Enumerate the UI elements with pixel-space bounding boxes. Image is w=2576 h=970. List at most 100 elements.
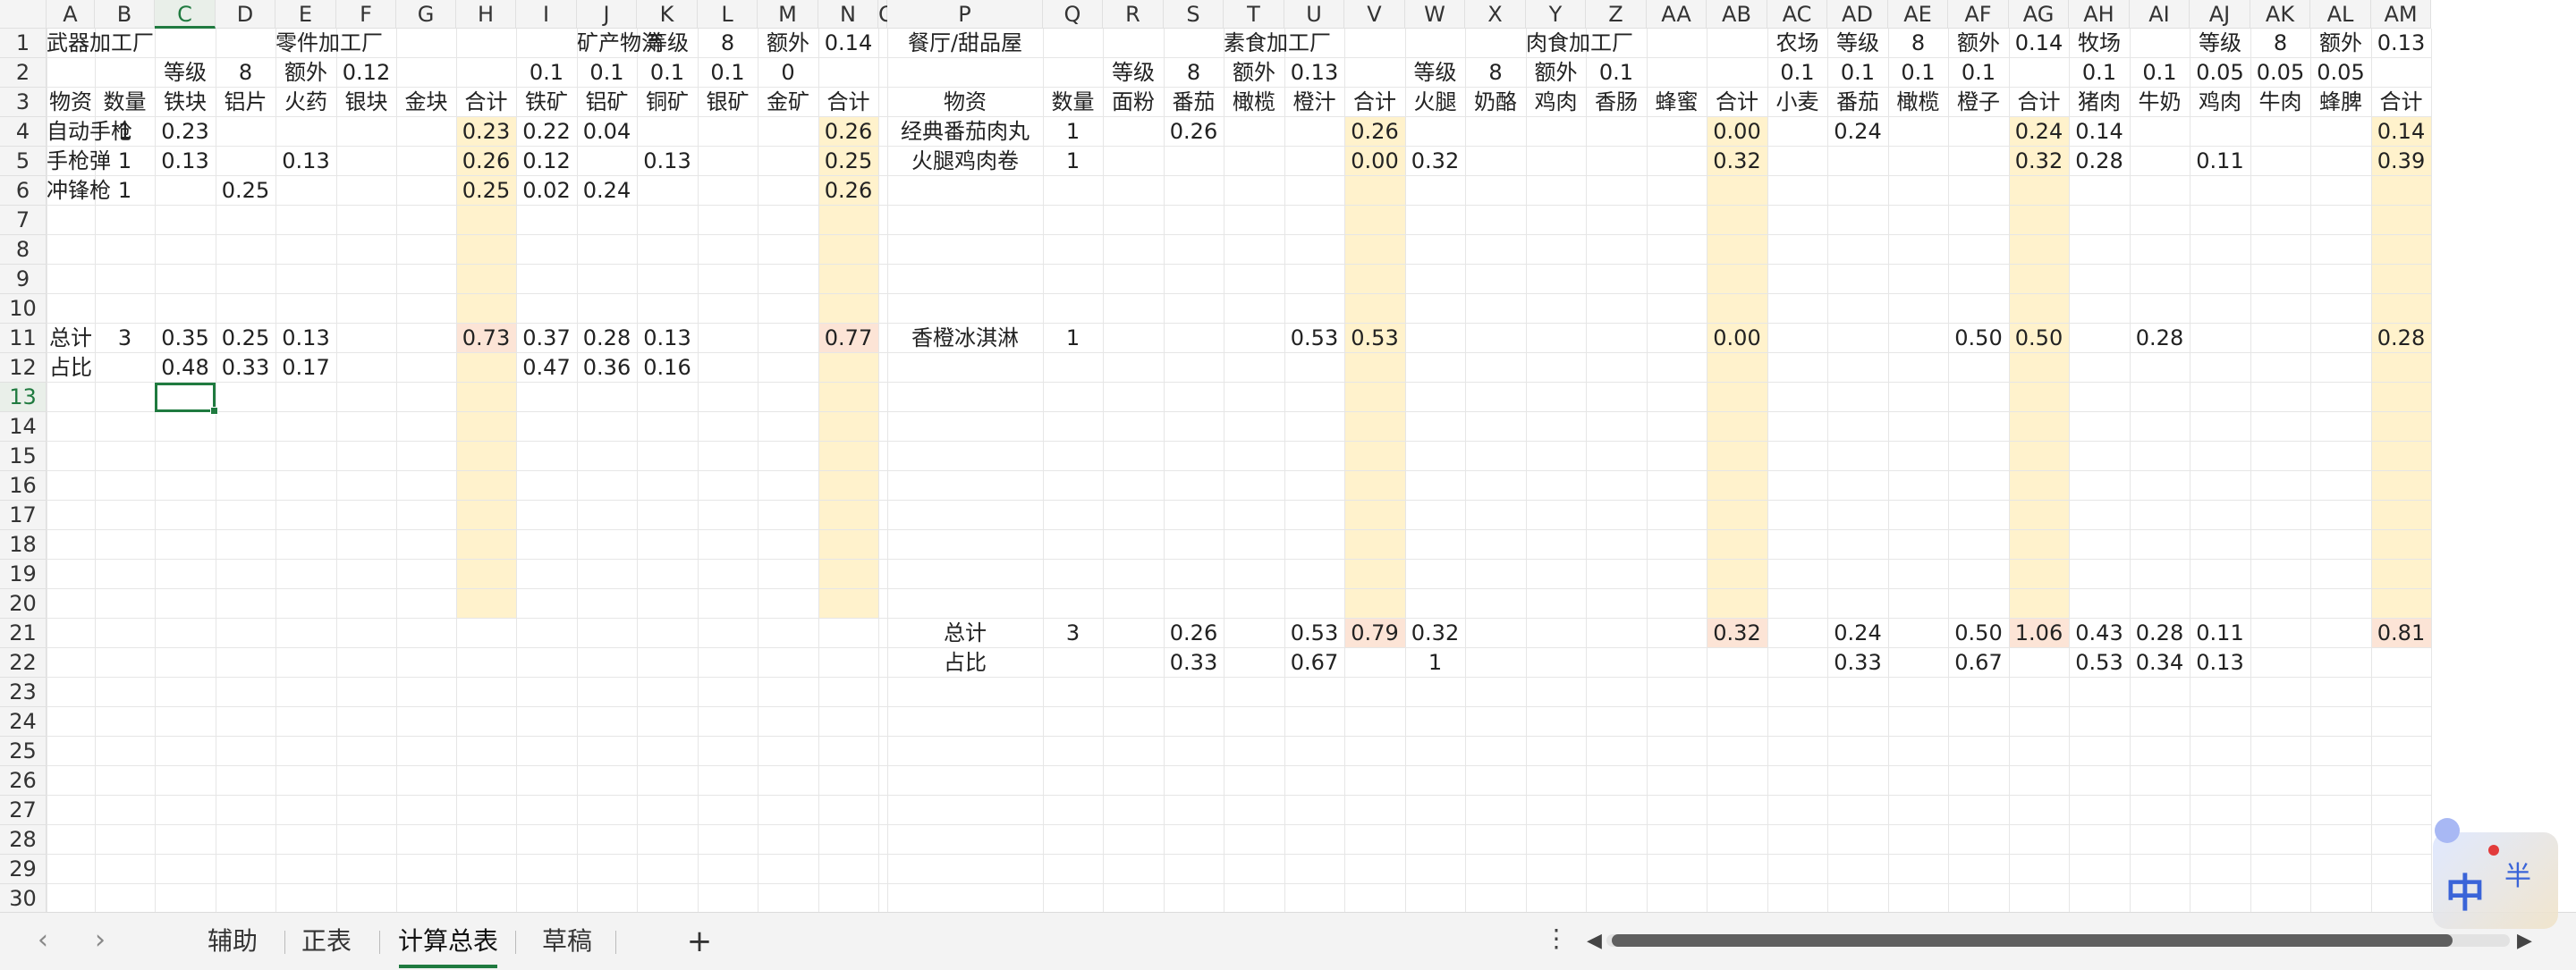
cell-af2[interactable]: 0.1	[1948, 58, 2009, 88]
column-header-ag[interactable]: AG	[2009, 0, 2069, 29]
row-header-18[interactable]: 18	[0, 530, 47, 560]
column-header-ab[interactable]: AB	[1707, 0, 1767, 29]
cell-v3[interactable]: 合计	[1344, 88, 1405, 117]
cell-h11[interactable]: 0.73	[456, 324, 516, 353]
cell-ae3[interactable]: 橄榄	[1888, 88, 1948, 117]
cell-k11[interactable]: 0.13	[637, 324, 698, 353]
cell-af11[interactable]: 0.50	[1948, 324, 2009, 353]
column-header-c[interactable]: C	[155, 0, 216, 29]
cell-a6[interactable]: 冲锋枪	[47, 176, 111, 206]
cell-ad3[interactable]: 番茄	[1827, 88, 1888, 117]
cell-ad2[interactable]: 0.1	[1827, 58, 1888, 88]
cell-ak3[interactable]: 牛肉	[2250, 88, 2310, 117]
row-header-8[interactable]: 8	[0, 235, 47, 265]
cell-ag5[interactable]: 0.32	[2009, 147, 2069, 176]
cell-i2[interactable]: 0.1	[516, 58, 577, 88]
cell-d2[interactable]: 8	[216, 58, 275, 88]
cell-p5[interactable]: 火腿鸡肉卷	[887, 147, 1043, 176]
cell-ai3[interactable]: 牛奶	[2130, 88, 2190, 117]
row-header-19[interactable]: 19	[0, 560, 47, 589]
column-header-g[interactable]: G	[396, 0, 456, 29]
row-header-16[interactable]: 16	[0, 471, 47, 501]
cell-j6[interactable]: 0.24	[577, 176, 637, 206]
cell-w22[interactable]: 1	[1405, 648, 1465, 678]
cell-t1[interactable]: 素食加工厂	[1224, 29, 1331, 58]
cell-a1[interactable]: 武器加工厂	[47, 29, 154, 58]
row-header-27[interactable]: 27	[0, 796, 47, 825]
cell-ai11[interactable]: 0.28	[2130, 324, 2190, 353]
cell-ah2[interactable]: 0.1	[2069, 58, 2130, 88]
cell-al3[interactable]: 蜂脾	[2310, 88, 2371, 117]
row-header-11[interactable]: 11	[0, 324, 47, 353]
row-header-5[interactable]: 5	[0, 147, 47, 176]
cell-h6[interactable]: 0.25	[456, 176, 516, 206]
cell-aj3[interactable]: 鸡肉	[2190, 88, 2250, 117]
cell-b11[interactable]: 3	[95, 324, 155, 353]
cell-k1[interactable]: 等级	[637, 29, 698, 58]
cell-c11[interactable]: 0.35	[155, 324, 216, 353]
cell-n3[interactable]: 合计	[818, 88, 878, 117]
cell-y1[interactable]: 肉食加工厂	[1526, 29, 1633, 58]
column-header-k[interactable]: K	[637, 0, 698, 29]
cell-q4[interactable]: 1	[1043, 117, 1103, 147]
cell-c3[interactable]: 铁块	[155, 88, 216, 117]
cell-p11[interactable]: 香橙冰淇淋	[887, 324, 1043, 353]
column-header-ac[interactable]: AC	[1767, 0, 1827, 29]
cell-q3[interactable]: 数量	[1043, 88, 1103, 117]
cell-am1[interactable]: 0.13	[2371, 29, 2431, 58]
cell-ae1[interactable]: 8	[1888, 29, 1948, 58]
cell-i5[interactable]: 0.12	[516, 147, 577, 176]
row-header-4[interactable]: 4	[0, 117, 47, 147]
cell-e1[interactable]: 零件加工厂	[275, 29, 383, 58]
cell-aj2[interactable]: 0.05	[2190, 58, 2250, 88]
cell-c12[interactable]: 0.48	[155, 353, 216, 383]
ime-indicator[interactable]: 中 半	[2433, 818, 2567, 934]
cell-p22[interactable]: 占比	[887, 648, 1043, 678]
cell-ab21[interactable]: 0.32	[1707, 619, 1767, 648]
cell-s2[interactable]: 8	[1164, 58, 1224, 88]
cell-ac1[interactable]: 农场	[1767, 29, 1827, 58]
cell-al1[interactable]: 额外	[2310, 29, 2371, 58]
column-header-x[interactable]: X	[1465, 0, 1526, 29]
cell-ab5[interactable]: 0.32	[1707, 147, 1767, 176]
cell-n11[interactable]: 0.77	[818, 324, 878, 353]
column-header-u[interactable]: U	[1284, 0, 1344, 29]
column-header-ah[interactable]: AH	[2069, 0, 2130, 29]
cell-j1[interactable]: 矿产物流	[577, 29, 663, 58]
column-header-al[interactable]: AL	[2310, 0, 2371, 29]
cell-u22[interactable]: 0.67	[1284, 648, 1344, 678]
cell-t3[interactable]: 橄榄	[1224, 88, 1284, 117]
row-header-13[interactable]: 13	[0, 383, 47, 412]
column-header-n[interactable]: N	[818, 0, 878, 29]
cell-ah5[interactable]: 0.28	[2069, 147, 2130, 176]
cell-ae2[interactable]: 0.1	[1888, 58, 1948, 88]
cell-ah22[interactable]: 0.53	[2069, 648, 2130, 678]
column-header-ad[interactable]: AD	[1827, 0, 1888, 29]
cell-ad1[interactable]: 等级	[1827, 29, 1888, 58]
next-sheet-icon[interactable]: ›	[84, 925, 116, 957]
cell-ad21[interactable]: 0.24	[1827, 619, 1888, 648]
cell-s4[interactable]: 0.26	[1164, 117, 1224, 147]
row-header-9[interactable]: 9	[0, 265, 47, 294]
row-header-21[interactable]: 21	[0, 619, 47, 648]
active-cell-selection[interactable]	[155, 383, 218, 415]
row-header-22[interactable]: 22	[0, 648, 47, 678]
cell-ah4[interactable]: 0.14	[2069, 117, 2130, 147]
cell-n4[interactable]: 0.26	[818, 117, 878, 147]
cell-ag21[interactable]: 1.06	[2009, 619, 2069, 648]
column-header-ae[interactable]: AE	[1888, 0, 1948, 29]
cell-am21[interactable]: 0.81	[2371, 619, 2431, 648]
row-header-10[interactable]: 10	[0, 294, 47, 324]
column-header-y[interactable]: Y	[1526, 0, 1586, 29]
cell-i4[interactable]: 0.22	[516, 117, 577, 147]
cell-ai2[interactable]: 0.1	[2130, 58, 2190, 88]
cell-ad22[interactable]: 0.33	[1827, 648, 1888, 678]
cell-d6[interactable]: 0.25	[216, 176, 275, 206]
cell-a4[interactable]: 自动手枪	[47, 117, 132, 147]
cell-ag11[interactable]: 0.50	[2009, 324, 2069, 353]
row-header-7[interactable]: 7	[0, 206, 47, 235]
column-header-aj[interactable]: AJ	[2190, 0, 2250, 29]
tab-calc-summary[interactable]: 计算总表	[390, 922, 506, 961]
column-header-p[interactable]: P	[887, 0, 1043, 29]
cell-u11[interactable]: 0.53	[1284, 324, 1344, 353]
